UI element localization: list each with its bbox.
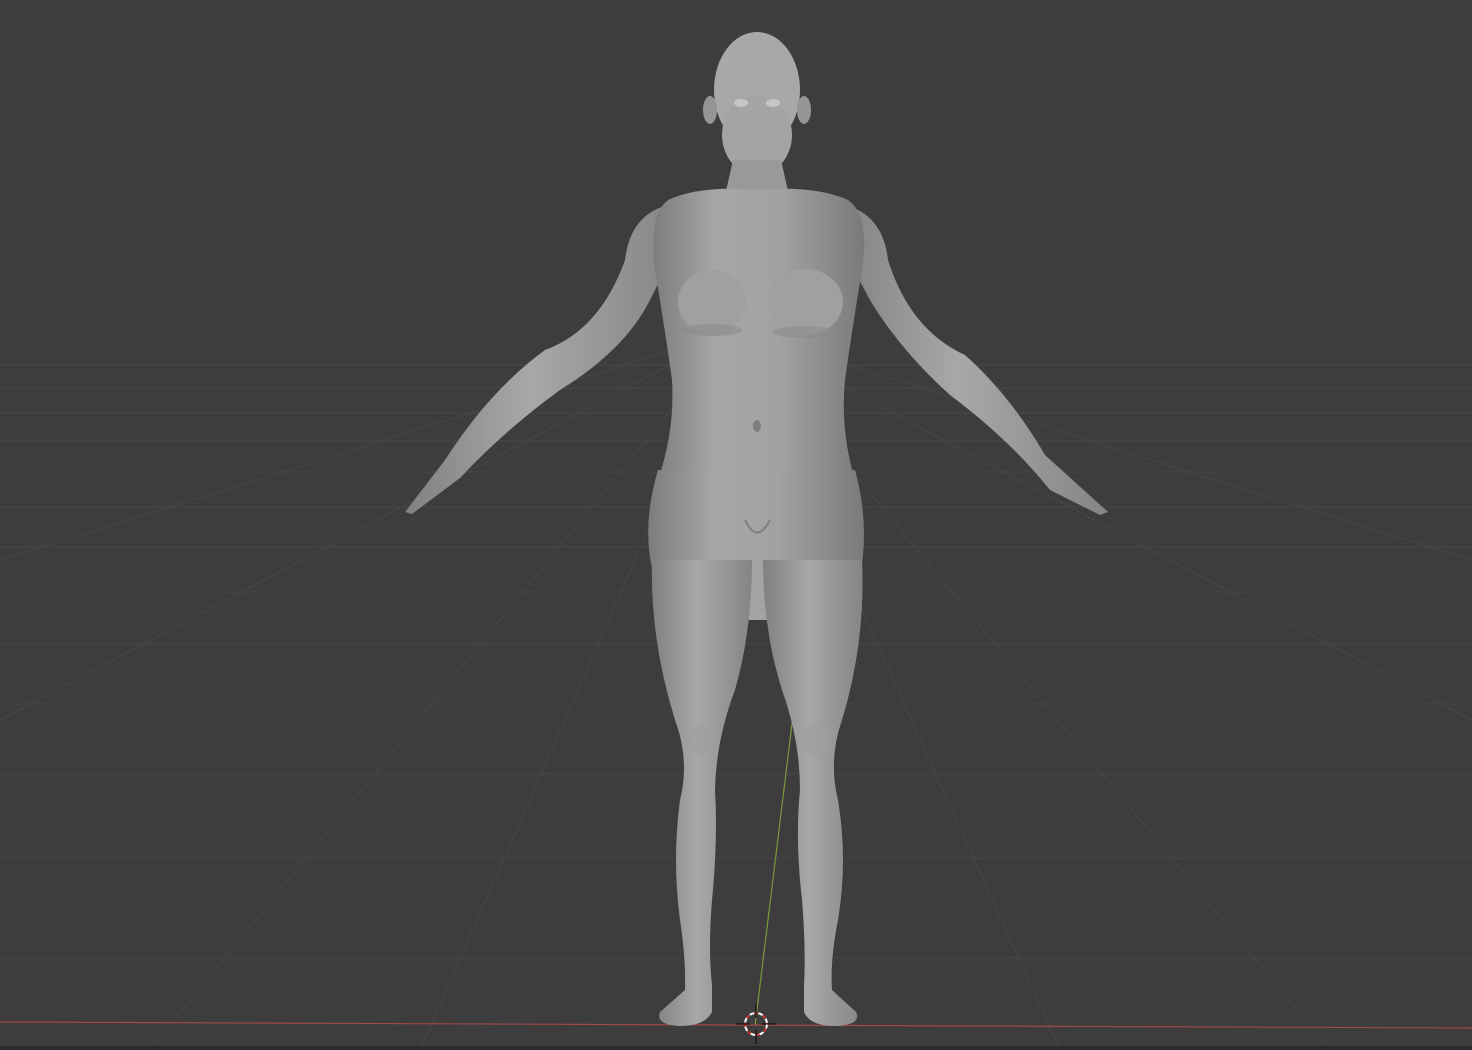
x-axis-line [0,1021,1472,1029]
3d-cursor-icon [736,1004,776,1044]
viewport-scene [0,32,1472,1050]
3d-viewport[interactable] [0,0,1472,1050]
human-base-mesh [405,32,1108,1026]
viewport-bottom-edge [0,1046,1472,1050]
